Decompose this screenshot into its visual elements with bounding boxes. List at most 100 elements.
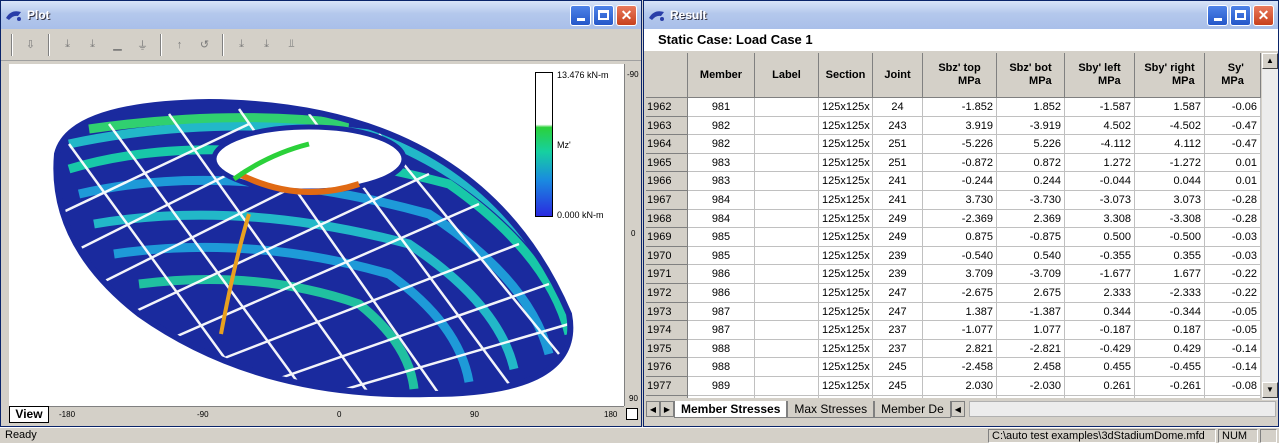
scroll-down-button[interactable]: ▼ — [1262, 382, 1278, 398]
table-cell[interactable]: 2.030 — [923, 376, 997, 396]
table-cell[interactable]: 249 — [873, 228, 923, 247]
table-cell[interactable]: -4.502 — [1135, 116, 1205, 136]
table-cell[interactable]: 3.308 — [1065, 209, 1135, 229]
table-cell[interactable]: -2.675 — [923, 283, 997, 303]
table-cell[interactable] — [755, 228, 819, 247]
table-cell[interactable] — [755, 153, 819, 173]
column-header[interactable]: Member — [688, 53, 755, 98]
tool-fx-button[interactable]: ⇩ — [19, 33, 42, 56]
row-header-cell[interactable]: 1966 — [646, 172, 688, 191]
table-cell[interactable]: -2.333 — [1135, 283, 1205, 303]
table-cell[interactable]: 245 — [873, 376, 923, 396]
table-cell[interactable]: 988 — [688, 339, 755, 359]
row-header-cell[interactable]: 1969 — [646, 228, 688, 247]
table-cell[interactable]: 239 — [873, 265, 923, 284]
table-cell[interactable]: -0.03 — [1205, 228, 1261, 247]
tab-prev-button[interactable]: ◀ — [646, 401, 660, 417]
table-cell[interactable]: 1.852 — [997, 98, 1065, 117]
table-cell[interactable]: 0.01 — [1205, 153, 1261, 173]
table-cell[interactable]: 125x125x — [819, 228, 873, 247]
table-cell[interactable] — [755, 190, 819, 210]
table-cell[interactable]: 989 — [688, 395, 755, 398]
column-header[interactable]: Sbz' top MPa — [923, 53, 997, 98]
column-header[interactable]: Label — [755, 53, 819, 98]
table-cell[interactable]: 125x125x — [819, 209, 873, 229]
plot-canvas[interactable]: 13.476 kN-m Mz' 0.000 kN-m — [9, 64, 624, 406]
table-cell[interactable]: 5.226 — [997, 135, 1065, 154]
ruler-corner-box[interactable] — [626, 408, 638, 420]
table-cell[interactable]: 125x125x — [819, 395, 873, 398]
table-cell[interactable]: 125x125x — [819, 116, 873, 136]
row-header-cell[interactable]: 1968 — [646, 209, 688, 229]
row-header-cell[interactable]: 1967 — [646, 190, 688, 210]
table-cell[interactable]: 3.730 — [923, 190, 997, 210]
table-cell[interactable]: -3.308 — [1135, 209, 1205, 229]
tool-mx-button[interactable]: ⤓ — [56, 33, 79, 56]
tab-member-deflections[interactable]: Member De — [874, 400, 951, 418]
table-cell[interactable]: -0.540 — [923, 246, 997, 266]
table-cell[interactable]: 2.138 — [997, 395, 1065, 398]
table-cell[interactable]: -0.455 — [1135, 358, 1205, 377]
plot-titlebar[interactable]: Plot ✕ — [1, 1, 641, 29]
column-header[interactable]: Joint — [873, 53, 923, 98]
table-cell[interactable]: 0.872 — [997, 153, 1065, 173]
table-cell[interactable]: 0.187 — [1135, 321, 1205, 340]
minimize-button[interactable] — [1207, 4, 1228, 26]
horizontal-scrollbar[interactable] — [968, 401, 1276, 417]
table-cell[interactable]: 125x125x — [819, 190, 873, 210]
table-cell[interactable]: -3.730 — [997, 190, 1065, 210]
table-cell[interactable]: 4.112 — [1135, 135, 1205, 154]
tool-up-button[interactable]: ↑ — [168, 33, 191, 56]
table-cell[interactable]: 245 — [873, 358, 923, 377]
column-header[interactable]: Sby' right MPa — [1135, 53, 1205, 98]
table-cell[interactable] — [755, 246, 819, 266]
table-cell[interactable]: -3.919 — [997, 116, 1065, 136]
table-cell[interactable]: 125x125x — [819, 283, 873, 303]
table-cell[interactable]: -0.429 — [1065, 339, 1135, 359]
tool-rotate-button[interactable]: ↺ — [193, 33, 216, 56]
table-cell[interactable]: 4.502 — [1065, 116, 1135, 136]
table-cell[interactable]: -0.575 — [1135, 395, 1205, 398]
column-header[interactable]: Sbz' bot MPa — [997, 53, 1065, 98]
table-cell[interactable] — [755, 358, 819, 377]
table-cell[interactable]: 0.500 — [1065, 228, 1135, 247]
table-cell[interactable]: 125x125x — [819, 98, 873, 117]
table-cell[interactable]: 125x125x — [819, 339, 873, 359]
table-row[interactable]: 1969 985 125x125x 249 0.875 -0.875 0.500 -0.500… — [646, 228, 1261, 247]
table-row[interactable]: 1978989 125x125x235-2.1382.1380.575-0.575… — [646, 395, 1261, 398]
row-header-cell[interactable]: 1972 — [646, 283, 688, 303]
table-cell[interactable]: 2.675 — [997, 283, 1065, 303]
table-cell[interactable]: 125x125x — [819, 172, 873, 191]
horizontal-ruler[interactable]: -180 -90 0 90 180 — [49, 406, 624, 423]
row-header-cell[interactable]: 1975 — [646, 339, 688, 359]
table-cell[interactable]: 247 — [873, 302, 923, 322]
table-cell[interactable]: 1.677 — [1135, 265, 1205, 284]
table-cell[interactable] — [755, 321, 819, 340]
table-cell[interactable]: -2.030 — [997, 376, 1065, 396]
table-cell[interactable]: 125x125x — [819, 358, 873, 377]
view-tab[interactable]: View — [9, 406, 49, 423]
table-cell[interactable]: 1.387 — [923, 302, 997, 322]
table-cell[interactable]: 1.077 — [997, 321, 1065, 340]
table-cell[interactable]: 241 — [873, 172, 923, 191]
table-cell[interactable]: 241 — [873, 190, 923, 210]
table-cell[interactable]: 0.429 — [1135, 339, 1205, 359]
table-cell[interactable]: -0.14 — [1205, 358, 1261, 377]
table-cell[interactable] — [755, 116, 819, 136]
table-cell[interactable]: 986 — [688, 283, 755, 303]
table-cell[interactable]: -0.08 — [1205, 376, 1261, 396]
tab-max-stresses[interactable]: Max Stresses — [787, 400, 875, 418]
row-header-cell[interactable]: 1978 — [646, 395, 688, 398]
table-cell[interactable]: -1.077 — [923, 321, 997, 340]
table-row[interactable]: 1966 983 125x125x 241 -0.244 0.244 -0.044 0.044… — [646, 172, 1261, 191]
column-header[interactable] — [646, 53, 688, 98]
table-cell[interactable]: 987 — [688, 302, 755, 322]
table-cell[interactable]: -0.14 — [1205, 339, 1261, 359]
table-cell[interactable]: 987 — [688, 321, 755, 340]
table-cell[interactable]: -0.344 — [1135, 302, 1205, 322]
table-cell[interactable]: 2.458 — [997, 358, 1065, 377]
table-cell[interactable]: 0.575 — [1065, 395, 1135, 398]
table-cell[interactable]: 0.261 — [1065, 376, 1135, 396]
maximize-button[interactable] — [1230, 4, 1251, 26]
table-cell[interactable]: -2.821 — [997, 339, 1065, 359]
